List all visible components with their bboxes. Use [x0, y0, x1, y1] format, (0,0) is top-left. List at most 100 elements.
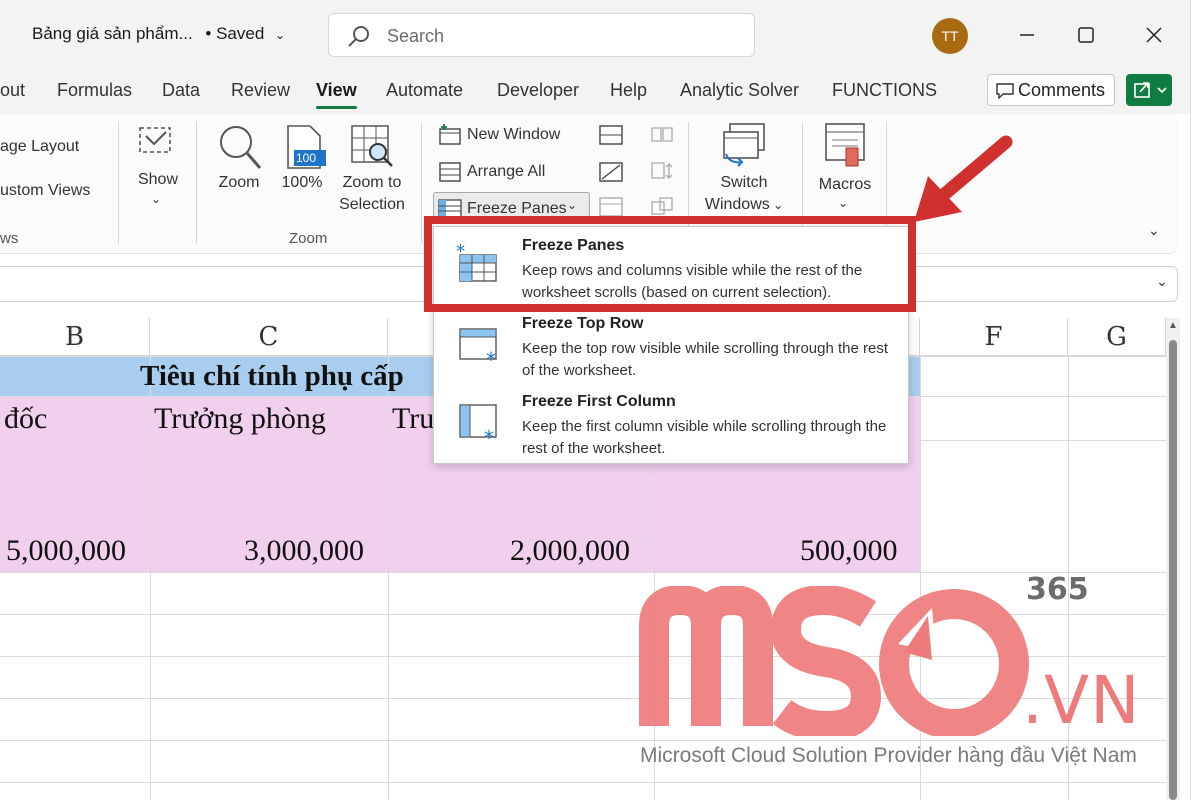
comments-label: Comments — [1018, 80, 1106, 100]
tab-developer[interactable]: Developer — [497, 80, 579, 101]
column-header-b[interactable]: B — [0, 318, 150, 356]
grid-line — [0, 782, 1168, 783]
divider — [421, 122, 422, 244]
cell-d2[interactable]: Tru — [392, 402, 434, 436]
comment-icon — [996, 83, 1014, 99]
menu-item-title: Freeze Top Row — [522, 315, 644, 332]
grid-line — [0, 572, 1168, 573]
hide-icon — [599, 162, 623, 182]
macros-button[interactable]: Macros — [812, 174, 878, 196]
chevron-down-icon: ⌄ — [838, 196, 849, 210]
zoom-to-selection-button[interactable]: Zoom to Selection — [334, 172, 410, 216]
arrange-all-button[interactable]: Arrange All — [467, 163, 545, 181]
vertical-scrollbar[interactable]: ▲ — [1166, 318, 1180, 800]
grid-line — [388, 356, 389, 800]
mso-logo — [639, 586, 1029, 736]
cell-d3[interactable]: 2,000,000 — [510, 534, 630, 568]
merged-header-cell[interactable]: Tiêu chí tính phụ cấp — [140, 360, 404, 393]
synchronous-scrolling-icon — [651, 162, 673, 179]
cell-c2[interactable]: Trưởng phòng — [154, 402, 326, 436]
expand-formula-bar-icon[interactable]: ⌄ — [1156, 273, 1168, 290]
chevron-down-icon: ⌄ — [275, 28, 286, 42]
workbook-views-group-label: ws — [0, 230, 19, 247]
chevron-down-icon: ⌄ — [151, 192, 162, 206]
column-header-c[interactable]: C — [150, 318, 388, 356]
search-placeholder: Search — [387, 26, 445, 46]
comments-button[interactable]: Comments — [987, 74, 1115, 106]
switch-windows-icon — [723, 123, 765, 167]
tab-review[interactable]: Review — [231, 80, 290, 101]
red-arrow-icon — [914, 135, 1013, 222]
menu-item-freeze-top-row[interactable]: * Freeze Top Row Keep the top row visibl… — [434, 313, 908, 389]
close-icon[interactable] — [1139, 20, 1169, 50]
zoom-100-icon-text: 100 — [296, 151, 317, 165]
collapse-ribbon-icon[interactable]: ⌄ — [1148, 222, 1160, 239]
macros-icon — [825, 123, 865, 167]
cell-e3[interactable]: 500,000 — [800, 534, 898, 568]
watermark-domain: .VN — [1022, 662, 1141, 739]
menu-item-title: Freeze First Column — [522, 393, 676, 410]
tab-analytic-solver[interactable]: Analytic Solver — [680, 80, 799, 101]
zoom-100-button[interactable]: 100% — [278, 172, 326, 194]
menu-item-description: Keep the top row visible while scrolling… — [522, 340, 889, 379]
tab-data[interactable]: Data — [162, 80, 200, 101]
view-side-by-side-icon — [651, 127, 673, 142]
unhide-icon — [599, 197, 623, 217]
tab-formulas[interactable]: Formulas — [57, 80, 132, 101]
switch-windows-button[interactable]: Switch Windows ⌄ — [696, 172, 792, 216]
page-layout-button[interactable]: age Layout — [0, 138, 79, 156]
search-icon — [348, 26, 369, 47]
minimize-icon[interactable] — [1012, 20, 1042, 50]
document-title[interactable]: Bảng giá sản phẩm... • Saved ⌄ — [32, 24, 285, 44]
arrange-all-icon — [439, 162, 461, 182]
freeze-top-row-icon: * — [459, 328, 497, 369]
switch-windows-line2: Windows — [704, 196, 770, 213]
grid-line — [150, 356, 151, 800]
divider — [118, 122, 119, 244]
reset-window-position-icon — [651, 197, 673, 215]
tab-page-layout[interactable]: out — [0, 80, 25, 101]
show-icon — [139, 127, 171, 153]
tab-functions[interactable]: FUNCTIONS — [832, 80, 937, 101]
split-icon — [599, 125, 623, 145]
zoom-to-selection-icon — [351, 125, 393, 167]
search-box[interactable]: Search — [328, 13, 755, 57]
menu-item-freeze-first-column[interactable]: * Freeze First Column Keep the first col… — [434, 391, 908, 463]
column-header-f[interactable]: F — [920, 318, 1068, 356]
chevron-down-icon: ⌄ — [567, 198, 578, 212]
cell-b2[interactable]: đốc — [4, 402, 47, 436]
zoom-icon — [220, 126, 262, 169]
column-header-g[interactable]: G — [1068, 318, 1166, 356]
watermark-tagline: Microsoft Cloud Solution Provider hàng đ… — [640, 744, 1137, 767]
scroll-up-icon[interactable]: ▲ — [1168, 320, 1178, 331]
new-window-icon — [439, 124, 461, 145]
cell-c3[interactable]: 3,000,000 — [244, 534, 364, 568]
tab-view[interactable]: View — [316, 80, 357, 109]
tab-automate[interactable]: Automate — [386, 80, 463, 101]
zoom-to-selection-line1: Zoom to — [342, 174, 402, 191]
chevron-down-icon: ⌄ — [769, 198, 784, 212]
share-icon — [1134, 82, 1167, 98]
grid-line — [0, 740, 1168, 741]
show-button[interactable]: Show — [132, 169, 184, 191]
maximize-icon[interactable] — [1071, 20, 1101, 50]
new-window-button[interactable]: New Window — [467, 126, 560, 144]
zoom-button[interactable]: Zoom — [212, 172, 266, 194]
menu-item-description: Keep the first column visible while scro… — [522, 418, 887, 457]
freeze-first-column-icon: * — [459, 404, 497, 447]
switch-windows-line1: Switch — [720, 174, 768, 191]
tab-help[interactable]: Help — [610, 80, 647, 101]
divider — [196, 122, 197, 244]
svg-text:*: * — [484, 426, 494, 447]
highlight-box — [424, 216, 916, 312]
share-button[interactable] — [1126, 74, 1172, 106]
avatar[interactable]: TT — [932, 18, 968, 54]
document-name: Bảng giá sản phẩm... — [32, 24, 193, 43]
svg-text:*: * — [486, 348, 496, 369]
save-status: • Saved — [205, 24, 265, 43]
cell-b3[interactable]: 5,000,000 — [6, 534, 126, 568]
scrollbar-thumb[interactable] — [1169, 340, 1177, 800]
window-edge — [1190, 0, 1200, 800]
watermark-365: 365 — [1026, 572, 1089, 607]
custom-views-button[interactable]: ustom Views — [0, 182, 90, 200]
